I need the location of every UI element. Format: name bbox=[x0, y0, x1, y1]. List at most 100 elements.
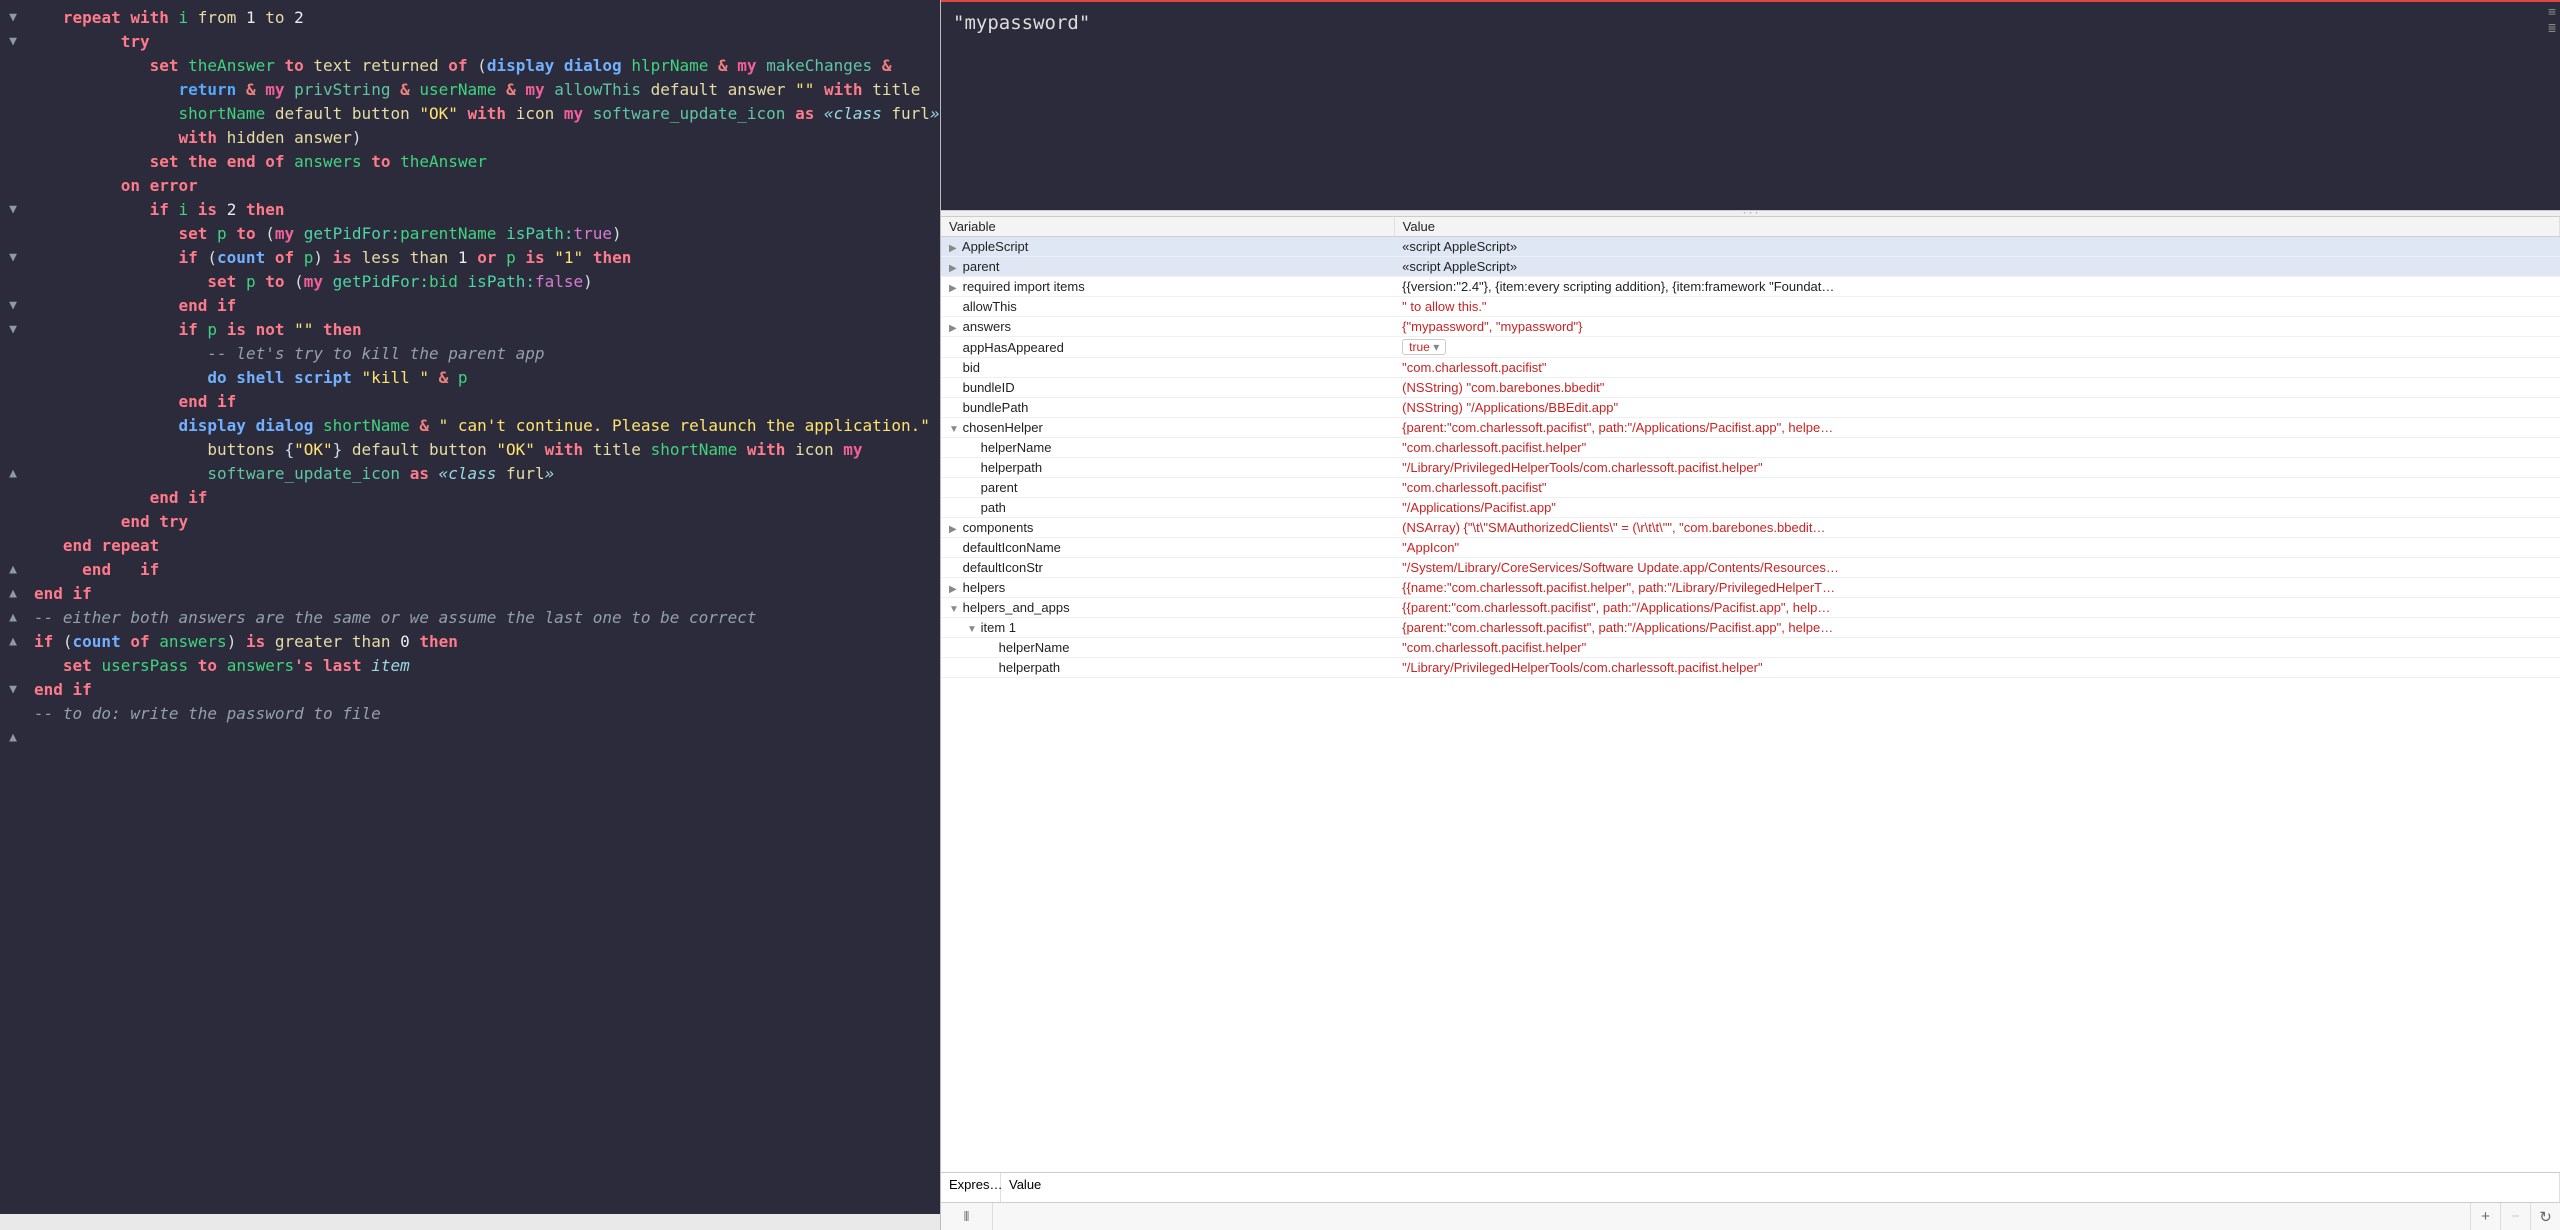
code-line[interactable]: if i is 2 then bbox=[34, 198, 932, 222]
variable-row[interactable]: helperName"com.charlessoft.pacifist.help… bbox=[941, 438, 2560, 458]
fold-triangle-icon[interactable]: ▲ bbox=[0, 726, 26, 750]
variable-row[interactable]: helperpath"/Library/PrivilegedHelperTool… bbox=[941, 658, 2560, 678]
variable-row[interactable]: bid"com.charlessoft.pacifist" bbox=[941, 358, 2560, 378]
code-line[interactable]: end repeat bbox=[34, 534, 932, 558]
fold-triangle-icon[interactable]: ▼ bbox=[0, 6, 26, 30]
fold-triangle-icon[interactable] bbox=[0, 510, 26, 534]
fold-triangle-icon[interactable]: ▼ bbox=[0, 294, 26, 318]
variable-row[interactable]: defaultIconName"AppIcon" bbox=[941, 538, 2560, 558]
result-pane[interactable]: "mypassword" ≡ ≣ bbox=[941, 2, 2560, 210]
code-line[interactable]: end if bbox=[34, 486, 932, 510]
disclosure-triangle-icon[interactable]: ▼ bbox=[949, 604, 959, 615]
variables-pane[interactable]: Variable Value ▶ AppleScript«script Appl… bbox=[941, 217, 2560, 1172]
fold-triangle-icon[interactable] bbox=[0, 222, 26, 246]
variable-row[interactable]: ▶ answers{"mypassword", "mypassword"} bbox=[941, 317, 2560, 337]
disclosure-triangle-icon[interactable]: ▶ bbox=[949, 524, 959, 535]
expressions-header-name[interactable]: Expres… bbox=[941, 1173, 1001, 1202]
code-line[interactable]: end if bbox=[34, 558, 932, 582]
fold-gutter[interactable]: ▼▼▼▼▼▼▲▲▲▲▲▼▲ bbox=[0, 0, 26, 774]
code-line[interactable]: if (count of answers) is greater than 0 … bbox=[34, 630, 932, 654]
fold-triangle-icon[interactable]: ▼ bbox=[0, 30, 26, 54]
code-line[interactable]: end if bbox=[34, 390, 932, 414]
code-line[interactable]: set p to (my getPidFor:bid isPath:false) bbox=[34, 270, 932, 294]
disclosure-triangle-icon[interactable]: ▶ bbox=[949, 584, 959, 595]
variable-row[interactable]: bundlePath(NSString) "/Applications/BBEd… bbox=[941, 398, 2560, 418]
fold-triangle-icon[interactable] bbox=[0, 366, 26, 390]
fold-triangle-icon[interactable] bbox=[0, 654, 26, 678]
fold-triangle-icon[interactable]: ▼ bbox=[0, 678, 26, 702]
fold-triangle-icon[interactable] bbox=[0, 342, 26, 366]
code-line[interactable]: set the end of answers to theAnswer bbox=[34, 150, 932, 174]
fold-triangle-icon[interactable]: ▼ bbox=[0, 198, 26, 222]
disclosure-triangle-icon[interactable]: ▶ bbox=[949, 323, 959, 334]
fold-triangle-icon[interactable]: ▲ bbox=[0, 462, 26, 486]
variable-row[interactable]: ▶ components(NSArray) {"\t\"SMAuthorized… bbox=[941, 518, 2560, 538]
code-line[interactable]: -- let's try to kill the parent app bbox=[34, 342, 932, 366]
fold-triangle-icon[interactable] bbox=[0, 438, 26, 462]
variable-row[interactable]: ▶ required import items{{version:"2.4"},… bbox=[941, 277, 2560, 297]
variables-header-value[interactable]: Value bbox=[1394, 217, 2559, 237]
disclosure-triangle-icon[interactable]: ▼ bbox=[949, 424, 959, 435]
code-editor[interactable]: ▼▼▼▼▼▼▲▲▲▲▲▼▲ repeat with i from 1 to 2 … bbox=[0, 0, 940, 1230]
disclosure-triangle-icon[interactable]: ▼ bbox=[967, 624, 977, 635]
disclosure-triangle-icon[interactable]: ▶ bbox=[949, 243, 959, 254]
fold-triangle-icon[interactable]: ▲ bbox=[0, 606, 26, 630]
code-line[interactable]: repeat with i from 1 to 2 bbox=[34, 6, 932, 30]
bool-dropdown[interactable]: true bbox=[1402, 339, 1446, 355]
lines-icon-2[interactable]: ≣ bbox=[2548, 22, 2556, 36]
code-line[interactable]: if p is not "" then bbox=[34, 318, 932, 342]
code-line[interactable]: if (count of p) is less than 1 or p is "… bbox=[34, 246, 932, 270]
fold-triangle-icon[interactable] bbox=[0, 270, 26, 294]
variable-row[interactable]: appHasAppearedtrue bbox=[941, 337, 2560, 358]
code-line[interactable]: return & my privString & userName & my a… bbox=[34, 78, 932, 102]
variable-row[interactable]: ▼ item 1{parent:"com.charlessoft.pacifis… bbox=[941, 618, 2560, 638]
fold-triangle-icon[interactable] bbox=[0, 102, 26, 126]
fold-triangle-icon[interactable]: ▲ bbox=[0, 582, 26, 606]
fold-triangle-icon[interactable] bbox=[0, 702, 26, 726]
disclosure-triangle-icon[interactable]: ▶ bbox=[949, 283, 959, 294]
disclosure-triangle-icon[interactable]: ▶ bbox=[949, 263, 959, 274]
variable-row[interactable]: ▼ helpers_and_apps{{parent:"com.charless… bbox=[941, 598, 2560, 618]
code-line[interactable]: display dialog shortName & " can't conti… bbox=[34, 414, 932, 438]
lines-icon[interactable]: ≡ bbox=[2548, 6, 2556, 20]
variable-row[interactable]: ▶ helpers{{name:"com.charlessoft.pacifis… bbox=[941, 578, 2560, 598]
code-line[interactable]: end if bbox=[34, 678, 932, 702]
variable-row[interactable]: allowThis" to allow this." bbox=[941, 297, 2560, 317]
code-line[interactable]: buttons {"OK"} default button "OK" with … bbox=[34, 438, 932, 462]
code-line[interactable]: try bbox=[34, 30, 932, 54]
horizontal-splitter[interactable]: ··· bbox=[941, 210, 2560, 217]
code-line[interactable]: with hidden answer) bbox=[34, 126, 932, 150]
code-lines[interactable]: repeat with i from 1 to 2 try set theAns… bbox=[30, 0, 940, 732]
fold-triangle-icon[interactable] bbox=[0, 54, 26, 78]
code-line[interactable]: set p to (my getPidFor:parentName isPath… bbox=[34, 222, 932, 246]
fold-triangle-icon[interactable] bbox=[0, 126, 26, 150]
variable-row[interactable]: parent"com.charlessoft.pacifist" bbox=[941, 478, 2560, 498]
fold-triangle-icon[interactable] bbox=[0, 390, 26, 414]
variable-row[interactable]: ▶ AppleScript«script AppleScript» bbox=[941, 237, 2560, 257]
editor-scrollbar[interactable] bbox=[0, 1214, 940, 1230]
fold-triangle-icon[interactable] bbox=[0, 750, 26, 774]
add-button[interactable]: + bbox=[2470, 1203, 2500, 1230]
scrubber-icon[interactable]: ⦀ bbox=[941, 1203, 993, 1230]
code-line[interactable]: software_update_icon as «class furl» bbox=[34, 462, 932, 486]
variable-row[interactable]: defaultIconStr"/System/Library/CoreServi… bbox=[941, 558, 2560, 578]
code-line[interactable]: set theAnswer to text returned of (displ… bbox=[34, 54, 932, 78]
variables-header-name[interactable]: Variable bbox=[941, 217, 1394, 237]
variable-row[interactable]: path"/Applications/Pacifist.app" bbox=[941, 498, 2560, 518]
result-view-toggles[interactable]: ≡ ≣ bbox=[2548, 6, 2556, 36]
expressions-header-value[interactable]: Value bbox=[1001, 1173, 2560, 1202]
code-line[interactable]: -- either both answers are the same or w… bbox=[34, 606, 932, 630]
fold-triangle-icon[interactable] bbox=[0, 174, 26, 198]
code-line[interactable]: set usersPass to answers's last item bbox=[34, 654, 932, 678]
variables-table[interactable]: Variable Value ▶ AppleScript«script Appl… bbox=[941, 217, 2560, 678]
variable-row[interactable]: ▼ chosenHelper{parent:"com.charlessoft.p… bbox=[941, 418, 2560, 438]
fold-triangle-icon[interactable] bbox=[0, 534, 26, 558]
fold-triangle-icon[interactable]: ▼ bbox=[0, 318, 26, 342]
expressions-pane[interactable]: Expres… Value bbox=[941, 1172, 2560, 1202]
code-line[interactable]: -- to do: write the password to file bbox=[34, 702, 932, 726]
fold-triangle-icon[interactable] bbox=[0, 486, 26, 510]
code-line[interactable]: end if bbox=[34, 582, 932, 606]
fold-triangle-icon[interactable] bbox=[0, 150, 26, 174]
fold-triangle-icon[interactable] bbox=[0, 78, 26, 102]
fold-triangle-icon[interactable]: ▲ bbox=[0, 630, 26, 654]
